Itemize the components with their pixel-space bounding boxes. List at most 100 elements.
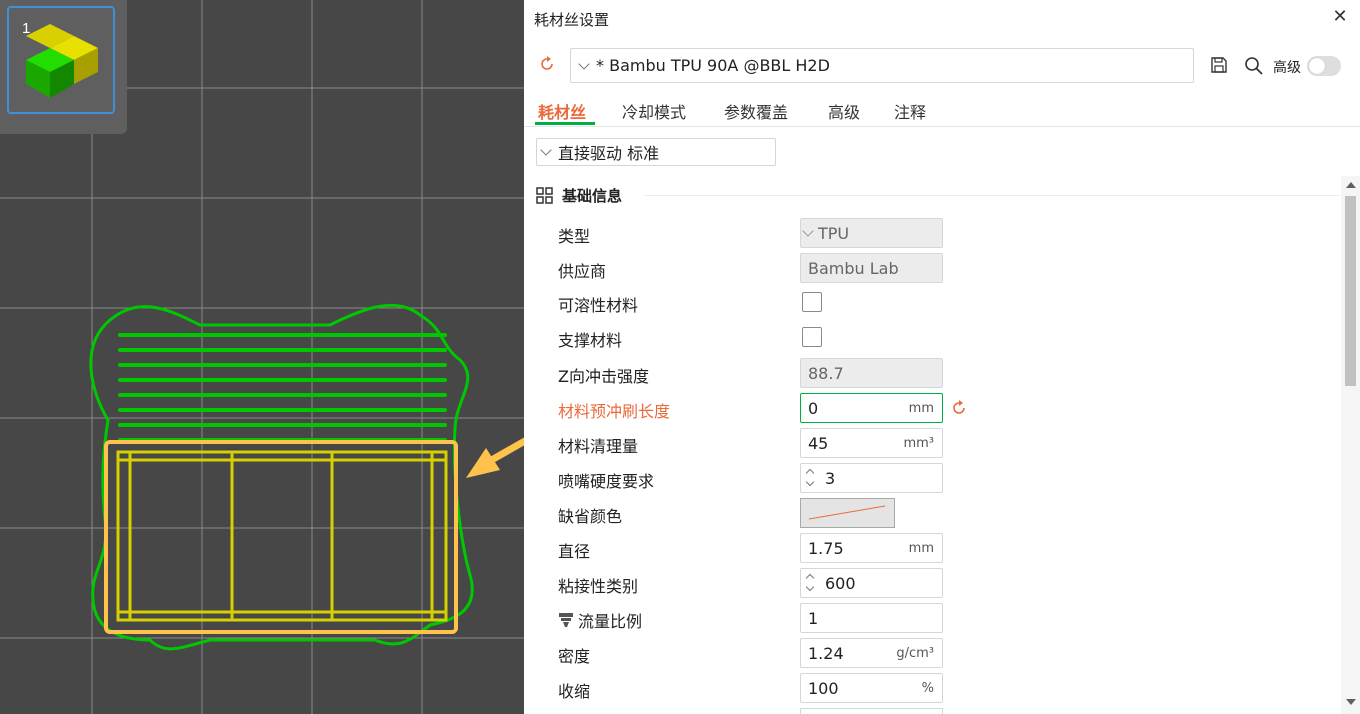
- vendor-field[interactable]: Bambu Lab: [800, 253, 943, 283]
- impact-strength-label: Z向冲击强度: [558, 367, 649, 386]
- prime-length-input[interactable]: 0 mm: [800, 393, 943, 423]
- spin-arrows-icon[interactable]: [803, 465, 819, 491]
- row-prime-length: 材料预冲刷长度 0 mm: [524, 393, 1324, 425]
- scroll-up-icon[interactable]: [1346, 182, 1356, 188]
- search-icon[interactable]: [1244, 56, 1264, 76]
- close-icon[interactable]: ✕: [1330, 7, 1350, 27]
- prime-length-value: 0: [808, 398, 819, 418]
- diameter-input[interactable]: 1.75 mm: [800, 533, 943, 563]
- tab-overrides[interactable]: 参数覆盖: [724, 99, 788, 123]
- scroll-down-icon[interactable]: [1346, 699, 1356, 705]
- section-title-text: 基础信息: [562, 187, 623, 205]
- preset-dropdown[interactable]: * Bambu TPU 90A @BBL H2D: [570, 48, 1194, 83]
- soluble-checkbox[interactable]: [802, 292, 822, 312]
- vendor-label: 供应商: [558, 262, 607, 281]
- reset-icon[interactable]: [950, 399, 968, 417]
- section-divider: [644, 195, 1340, 196]
- chevron-down-icon: [578, 57, 590, 70]
- brim-outline: [89, 303, 474, 651]
- type-dropdown[interactable]: TPU: [800, 218, 943, 248]
- impact-strength-value: 88.7: [808, 363, 844, 383]
- flush-volume-unit: mm³: [903, 435, 934, 451]
- shrinkage-input[interactable]: 100 %: [800, 673, 943, 703]
- callout-arrow: [466, 437, 524, 478]
- shrinkage-unit: %: [921, 680, 934, 696]
- nozzle-hardness-spinner[interactable]: 3: [800, 463, 943, 493]
- density-unit: g/cm³: [896, 645, 934, 661]
- plate-thumbnail[interactable]: 1: [0, 0, 127, 134]
- soluble-label: 可溶性材料: [558, 296, 639, 315]
- flow-ratio-label: 流量比例: [578, 612, 643, 631]
- nozzle-icon: [559, 613, 573, 627]
- active-tab-indicator: [535, 122, 595, 125]
- type-label: 类型: [558, 227, 591, 246]
- flow-ratio-value: 1: [808, 608, 819, 628]
- row-nozzle-hardness: 喷嘴硬度要求 3: [524, 463, 1324, 495]
- next-row-field-partial: [800, 708, 943, 714]
- flow-ratio-label-wrap: 流量比例: [558, 608, 642, 632]
- density-label: 密度: [558, 647, 591, 666]
- variant-name: 直接驱动 标准: [558, 144, 660, 163]
- impact-strength-field[interactable]: 88.7: [800, 358, 943, 388]
- shrinkage-label: 收缩: [558, 682, 591, 701]
- diameter-value: 1.75: [808, 538, 844, 558]
- support-checkbox[interactable]: [802, 327, 822, 347]
- tab-cooling[interactable]: 冷却模式: [622, 99, 686, 123]
- preset-name: * Bambu TPU 90A @BBL H2D: [596, 56, 830, 75]
- support-label: 支撑材料: [558, 331, 623, 350]
- nozzle-hardness-label: 喷嘴硬度要求: [558, 472, 655, 491]
- row-type: 类型 TPU: [524, 218, 1324, 250]
- row-soluble: 可溶性材料: [524, 290, 1324, 322]
- tab-bar: 耗材丝 冷却模式 参数覆盖 高级 注释: [524, 96, 1360, 127]
- adhesion-spinner[interactable]: 600: [800, 568, 943, 598]
- section-grid-icon: [536, 186, 553, 204]
- flush-volume-input[interactable]: 45 mm³: [800, 428, 943, 458]
- adhesion-label: 粘接性类别: [558, 577, 639, 596]
- top-infill: [118, 333, 447, 442]
- row-density: 密度 1.24 g/cm³: [524, 638, 1324, 670]
- plate-number: 1: [22, 20, 31, 37]
- density-value: 1.24: [808, 643, 844, 663]
- flush-volume-label: 材料清理量: [558, 437, 639, 456]
- yellow-part-toolpath: [116, 450, 448, 622]
- 3d-viewport[interactable]: 1: [0, 0, 524, 714]
- row-shrinkage: 收缩 100 %: [524, 673, 1324, 705]
- diameter-unit: mm: [908, 540, 934, 556]
- default-color-swatch[interactable]: [800, 498, 895, 528]
- flow-ratio-input[interactable]: 1: [800, 603, 943, 633]
- spin-arrows-icon[interactable]: [803, 570, 819, 596]
- extruder-variant-dropdown[interactable]: 直接驱动 标准: [536, 138, 776, 166]
- chevron-down-icon: [802, 225, 814, 237]
- row-flush-volume: 材料清理量 45 mm³: [524, 428, 1324, 460]
- default-color-label: 缺省颜色: [558, 507, 623, 526]
- tab-advanced[interactable]: 高级: [828, 99, 860, 123]
- prime-length-unit: mm: [908, 400, 934, 416]
- flush-volume-value: 45: [808, 433, 829, 453]
- dialog-title: 耗材丝设置: [534, 11, 610, 29]
- nozzle-hardness-value: 3: [825, 468, 836, 488]
- vertical-scrollbar[interactable]: [1341, 176, 1360, 714]
- prime-length-label: 材料预冲刷长度: [558, 402, 671, 421]
- no-color-slash-icon: [808, 505, 886, 520]
- tab-filament[interactable]: 耗材丝: [538, 99, 586, 123]
- reset-icon[interactable]: [538, 55, 556, 73]
- row-vendor: 供应商 Bambu Lab: [524, 253, 1324, 285]
- scrollbar-thumb[interactable]: [1345, 196, 1356, 386]
- row-flow-ratio: 流量比例 1: [524, 603, 1324, 635]
- row-default-color: 缺省颜色: [524, 498, 1324, 530]
- highlight-box: [104, 440, 458, 634]
- shrinkage-value: 100: [808, 678, 839, 698]
- plate-cube-icon: [26, 24, 98, 98]
- save-icon[interactable]: [1210, 56, 1228, 74]
- density-input[interactable]: 1.24 g/cm³: [800, 638, 943, 668]
- row-support: 支撑材料: [524, 325, 1324, 357]
- advanced-toggle[interactable]: [1307, 56, 1341, 76]
- toggle-knob: [1309, 58, 1325, 74]
- tab-notes[interactable]: 注释: [894, 99, 926, 123]
- row-impact-strength: Z向冲击强度 88.7: [524, 358, 1324, 390]
- chevron-down-icon: [540, 144, 552, 156]
- filament-settings-dialog: 耗材丝设置 ✕ * Bambu TPU 90A @BBL H2D 高级 耗材丝 …: [524, 0, 1360, 714]
- vendor-value: Bambu Lab: [808, 258, 899, 278]
- section-basic-info: 基础信息: [536, 185, 622, 206]
- advanced-label: 高级: [1273, 60, 1301, 76]
